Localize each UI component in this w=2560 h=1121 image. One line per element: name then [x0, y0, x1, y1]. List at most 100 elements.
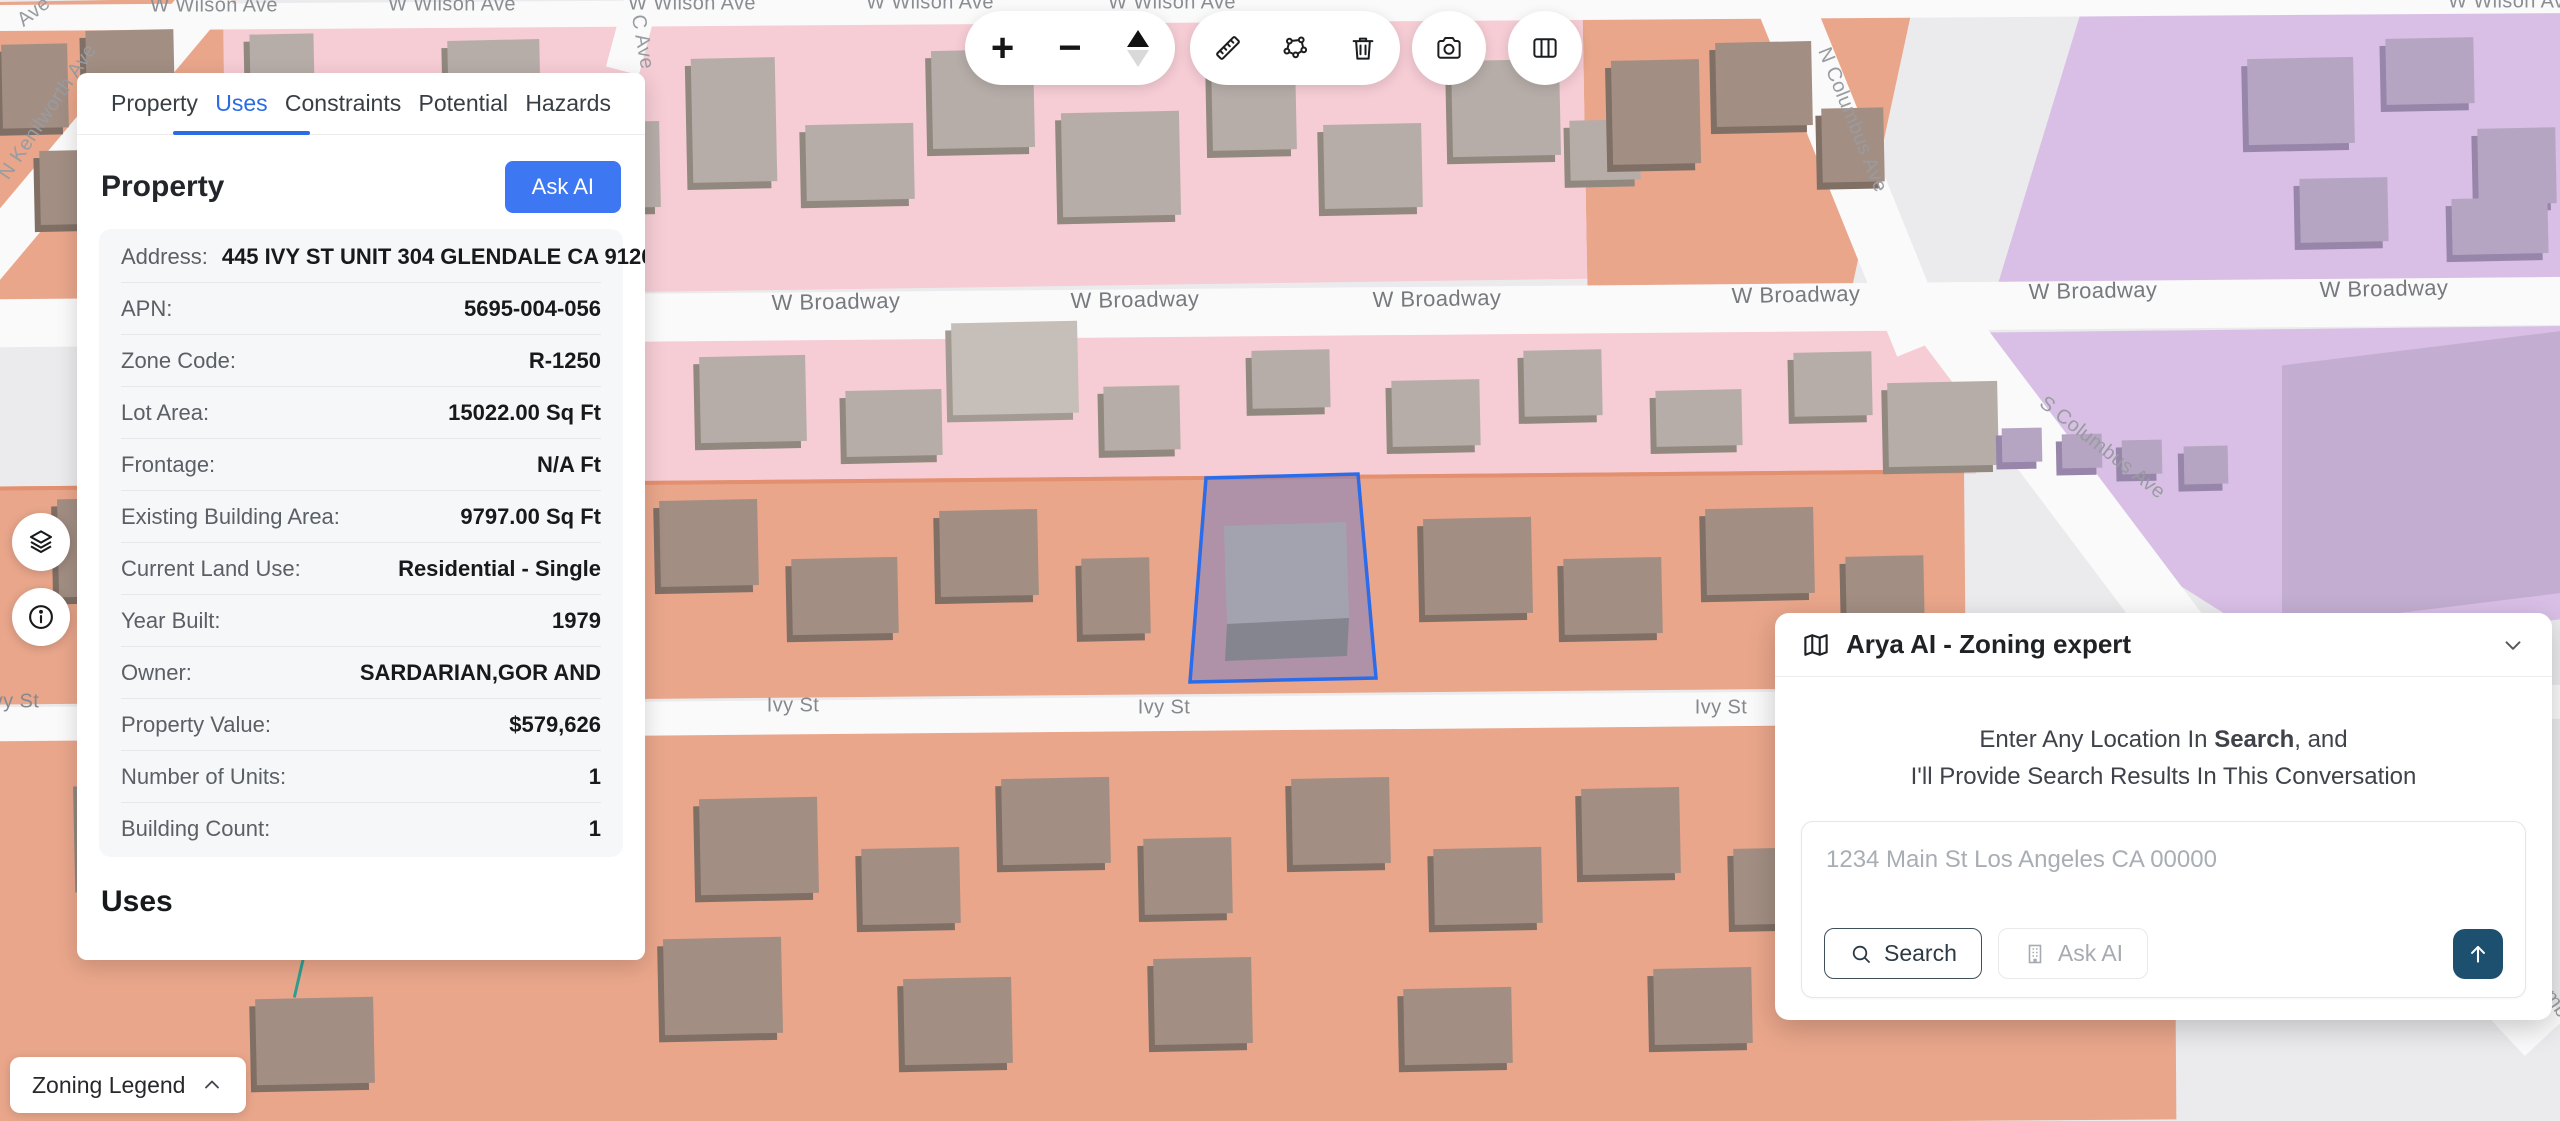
building: [255, 997, 375, 1085]
property-row: Existing Building Area:9797.00 Sq Ft: [121, 491, 601, 543]
info-icon: [26, 602, 56, 632]
camera-button[interactable]: [1419, 18, 1479, 78]
zoning-legend-button[interactable]: Zoning Legend: [10, 1057, 246, 1113]
chevron-down-icon[interactable]: [2500, 632, 2526, 658]
street-label: vy St: [0, 691, 39, 714]
building: [1793, 351, 1872, 417]
search-icon: [1849, 942, 1873, 966]
field-label: Property Value:: [121, 712, 271, 738]
property-row: Frontage: N/A Ft: [121, 439, 601, 491]
property-panel: Property Uses Constraints Potential Haza…: [77, 73, 645, 960]
location-search-input[interactable]: [1824, 840, 2503, 880]
layers-button[interactable]: [12, 513, 70, 571]
ruler-button[interactable]: [1198, 18, 1258, 78]
building: [2451, 197, 2548, 255]
columns-button[interactable]: [1515, 18, 1575, 78]
building: [903, 977, 1013, 1065]
info-button[interactable]: [12, 588, 70, 646]
ai-welcome-message: Enter Any Location In Search, and I'll P…: [1775, 721, 2552, 795]
street-label: Ivy St: [1138, 697, 1190, 720]
field-label: Number of Units:: [121, 764, 286, 790]
delete-button[interactable]: [1333, 18, 1393, 78]
zoom-in-button[interactable]: +: [973, 18, 1033, 78]
tab-hazards[interactable]: Hazards: [521, 73, 615, 134]
property-row: Building Count: 1: [121, 803, 601, 855]
street-label: Ivy St: [1695, 697, 1747, 720]
camera-icon: [1434, 33, 1464, 63]
property-row: Lot Area:15022.00 Sq Ft: [121, 387, 601, 439]
field-value: 1979: [552, 608, 601, 634]
compass-button[interactable]: [1108, 18, 1168, 78]
building: [1611, 59, 1701, 165]
ai-panel-title: Arya AI - Zoning expert: [1846, 629, 2485, 660]
building: [2002, 428, 2043, 463]
street-label: W Broadway: [1070, 286, 1199, 314]
arya-ai-panel: Arya AI - Zoning expert Enter Any Locati…: [1775, 613, 2552, 1020]
building: [1061, 111, 1181, 217]
building: [1291, 777, 1391, 865]
property-row: Property Value:$579,626: [121, 699, 601, 751]
building: [951, 321, 1079, 416]
field-label: Building Count:: [121, 816, 270, 842]
building: [1251, 349, 1330, 409]
building: [1103, 385, 1180, 451]
street-label: W Wilson Ave: [866, 0, 994, 15]
field-value: SARDARIAN,GOR AND: [360, 660, 601, 686]
field-value: 1: [589, 764, 601, 790]
building: [2247, 57, 2355, 145]
property-row: Year Built:1979: [121, 595, 601, 647]
street-label: W Broadway: [771, 288, 900, 316]
compass-icon: [1127, 30, 1149, 67]
search-button[interactable]: Search: [1824, 928, 1982, 979]
ai-input-card: Search Ask AI: [1801, 821, 2526, 998]
building: [1653, 967, 1753, 1045]
street-label: W Broadway: [2028, 277, 2157, 305]
layers-icon: [26, 527, 56, 557]
field-label: Current Land Use:: [121, 556, 301, 582]
building: [1581, 787, 1681, 875]
building-icon: [2023, 942, 2047, 966]
field-value: 5695-004-056: [464, 296, 601, 322]
building: [1433, 847, 1543, 925]
building: [1403, 987, 1513, 1065]
building: [791, 557, 899, 635]
zoom-out-button[interactable]: −: [1040, 18, 1100, 78]
field-label: Owner:: [121, 660, 192, 686]
field-label: Frontage:: [121, 452, 215, 478]
trash-icon: [1348, 33, 1378, 63]
section-title: Property: [101, 170, 224, 204]
building: [805, 123, 915, 201]
send-button[interactable]: [2453, 929, 2503, 979]
ask-ai-chat-button[interactable]: Ask AI: [1998, 928, 2148, 979]
field-value: 445 IVY ST UNIT 304 GLENDALE CA 91204: [222, 244, 645, 270]
building: [691, 57, 778, 183]
ruler-icon: [1213, 33, 1243, 63]
ask-ai-button[interactable]: Ask AI: [505, 161, 621, 213]
building: [1715, 41, 1813, 127]
tab-property[interactable]: Property: [107, 73, 202, 134]
property-row: Number of Units: 1: [121, 751, 601, 803]
field-value: Residential - Single: [398, 556, 601, 582]
screenshot-toolbar: [1412, 11, 1486, 85]
layout-toolbar: [1508, 11, 1582, 85]
chevron-up-icon: [200, 1073, 224, 1097]
tab-potential[interactable]: Potential: [415, 73, 513, 134]
polygon-measure-button[interactable]: [1265, 18, 1325, 78]
property-row: Owner: SARDARIAN,GOR AND: [121, 647, 601, 699]
field-value: 9797.00 Sq Ft: [460, 504, 601, 530]
building: [2299, 177, 2388, 243]
tab-constraints[interactable]: Constraints: [281, 73, 405, 134]
building: [861, 847, 961, 925]
field-label: Zone Code:: [121, 348, 236, 374]
building: [2477, 127, 2557, 205]
building: [1391, 379, 1480, 447]
street-label: W Broadway: [1731, 281, 1860, 309]
building: [663, 937, 783, 1035]
field-value: 1: [589, 816, 601, 842]
uses-section-title: Uses: [77, 857, 645, 919]
selected-parcel[interactable]: [1178, 468, 1390, 686]
tab-uses[interactable]: Uses: [211, 73, 271, 134]
field-value: N/A Ft: [537, 452, 601, 478]
building: [659, 499, 759, 587]
columns-icon: [1530, 33, 1560, 63]
